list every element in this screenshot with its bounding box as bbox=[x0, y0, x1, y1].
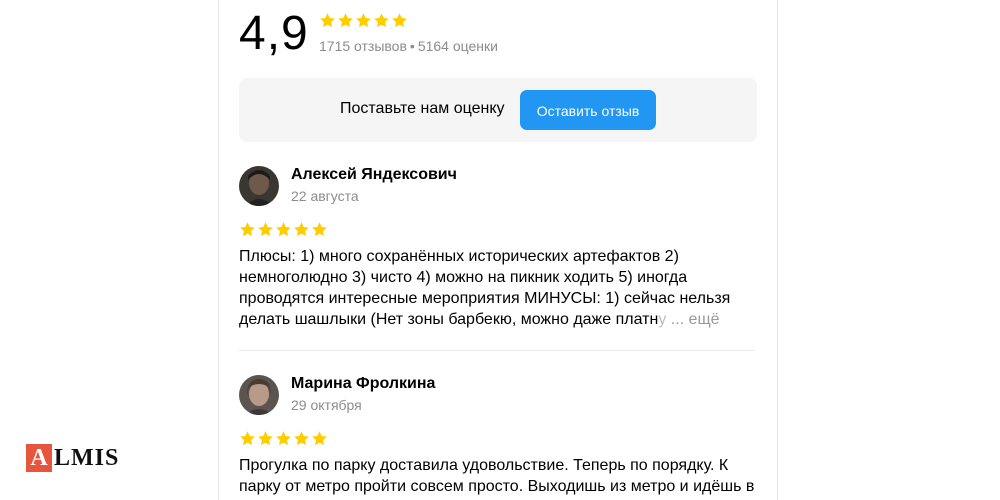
review-text-line: парку от метро пройти совсем просто. Вых… bbox=[239, 478, 755, 495]
star-icon bbox=[391, 12, 408, 29]
review-text-line: Прогулка по парку доставила удовольствие… bbox=[239, 457, 729, 474]
star-icon bbox=[293, 221, 310, 238]
logo-letter-a: A bbox=[26, 444, 52, 472]
average-score: 4,9 bbox=[239, 7, 309, 60]
summary-stars bbox=[319, 12, 409, 30]
review-counts: 1715 отзывов • 5164 оценки bbox=[319, 38, 498, 54]
star-icon bbox=[355, 12, 372, 29]
star-icon bbox=[337, 12, 354, 29]
star-icon bbox=[239, 221, 256, 238]
review-text-line: делать шашлыки (Нет зоны барбекю, можно … bbox=[239, 309, 757, 330]
star-icon bbox=[239, 430, 256, 447]
rate-prompt-text: Поставьте нам оценку bbox=[340, 100, 505, 117]
reviews-panel: 4,9 1715 отзывов • 5164 оценки Поставьте н… bbox=[218, 0, 778, 500]
star-icon bbox=[373, 12, 390, 29]
author-name[interactable]: Марина Фролкина bbox=[291, 375, 435, 393]
logo-text: LMIS bbox=[54, 445, 120, 471]
review-stars bbox=[239, 430, 329, 448]
user-avatar[interactable] bbox=[239, 375, 279, 415]
star-icon bbox=[311, 221, 328, 238]
user-avatar[interactable] bbox=[239, 166, 279, 206]
review-text: Плюсы: 1) много сохранённых исторических… bbox=[239, 246, 757, 330]
star-icon bbox=[257, 430, 274, 447]
reviews-count[interactable]: 1715 отзывов bbox=[319, 38, 407, 54]
review-text-last: делать шашлыки (Нет зоны барбекю, можно … bbox=[239, 311, 659, 328]
star-icon bbox=[311, 430, 328, 447]
review-text-fade: у bbox=[658, 311, 667, 328]
review-text-line: немноголюдно 3) чисто 4) можно на пикник… bbox=[239, 269, 688, 286]
review-text-line: проводятся интересные мероприятия МИНУСЫ… bbox=[239, 290, 731, 307]
star-icon bbox=[275, 221, 292, 238]
star-icon bbox=[257, 221, 274, 238]
read-more-link[interactable]: ... ещё bbox=[671, 311, 720, 328]
review-text: Прогулка по парку доставила удовольствие… bbox=[239, 455, 757, 497]
review-divider bbox=[239, 350, 755, 351]
review-date: 22 августа bbox=[291, 188, 359, 204]
almis-logo: A LMIS bbox=[26, 444, 119, 472]
rate-prompt-box: Поставьте нам оценку Оставить отзыв bbox=[239, 78, 757, 142]
ratings-count: 5164 оценки bbox=[417, 38, 498, 54]
star-icon bbox=[293, 430, 310, 447]
star-icon bbox=[275, 430, 292, 447]
leave-review-button[interactable]: Оставить отзыв bbox=[520, 90, 656, 130]
review-text-line: Плюсы: 1) много сохранённых исторических… bbox=[239, 248, 679, 265]
star-icon bbox=[319, 12, 336, 29]
author-name[interactable]: Алексей Яндексович bbox=[291, 166, 457, 184]
review-date: 29 октября bbox=[291, 397, 362, 413]
counts-separator: • bbox=[409, 38, 415, 54]
review-stars bbox=[239, 221, 329, 239]
